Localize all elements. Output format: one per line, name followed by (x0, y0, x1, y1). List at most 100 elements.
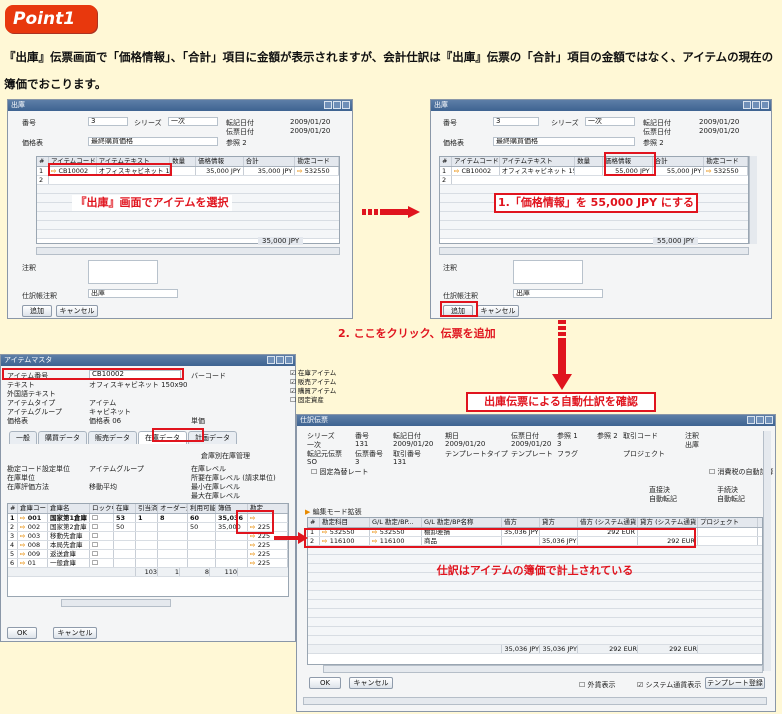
cell[interactable]: 50 (114, 523, 136, 531)
cell[interactable] (114, 559, 136, 567)
cell[interactable] (136, 550, 158, 558)
check-inventory-item[interactable]: ☑ 在庫アイテム (290, 369, 336, 378)
cell[interactable]: 4 (8, 541, 18, 549)
number-field[interactable]: 3 (88, 117, 128, 126)
doc-date-value[interactable]: 2009/01/20 (290, 127, 330, 135)
cell[interactable]: オフィスキャビネット 150x90 (500, 167, 576, 175)
header-value[interactable]: 131 (393, 458, 406, 466)
journal-remarks-field[interactable]: 出庫 (88, 289, 178, 298)
valuation-value[interactable]: 移動平均 (89, 482, 117, 492)
vertical-scrollbar[interactable] (749, 156, 757, 244)
pricelist-select[interactable]: 最終購買価格 (88, 137, 218, 146)
cell[interactable]: 2 (8, 523, 18, 531)
table-row[interactable]: 5 ⇨ 009 返送倉庫 ☐ ⇨ 225 (8, 550, 288, 559)
maximize-icon[interactable] (333, 101, 341, 109)
cell[interactable] (188, 550, 216, 558)
header-value[interactable]: 2009/01/20 (511, 440, 551, 448)
link-arrow-icon[interactable]: ⇨ (20, 532, 28, 540)
number-field[interactable]: 3 (493, 117, 539, 126)
header-value[interactable]: SO (307, 458, 317, 466)
cell[interactable]: ☐ (90, 541, 114, 549)
cell[interactable]: ⇨ 001 (18, 514, 48, 522)
cell[interactable] (114, 550, 136, 558)
cell[interactable]: ⇨ 225 (248, 559, 288, 567)
cell[interactable]: ☐ (90, 550, 114, 558)
pricelist-value[interactable]: 価格表 06 (89, 416, 121, 426)
cell[interactable] (136, 559, 158, 567)
cell[interactable]: ⇨ 225 (248, 550, 288, 558)
cell[interactable] (158, 559, 188, 567)
cell[interactable]: 35,000 JPY (244, 167, 296, 175)
cell[interactable] (188, 541, 216, 549)
cell[interactable]: ☐ (90, 559, 114, 567)
horizontal-scrollbar[interactable] (323, 665, 763, 673)
cell[interactable] (114, 532, 136, 540)
cell[interactable]: 8 (158, 514, 188, 522)
table-row[interactable]: 2 (440, 176, 748, 185)
add-button[interactable]: 追加 (22, 305, 52, 317)
cell[interactable] (216, 550, 248, 558)
minimize-icon[interactable] (743, 101, 751, 109)
cell[interactable] (698, 537, 758, 545)
cell[interactable]: ⇨ 532550 (704, 167, 749, 175)
cell[interactable]: 国家第2倉庫 (48, 523, 90, 531)
cell[interactable] (136, 523, 158, 531)
cell[interactable]: 6 (8, 559, 18, 567)
check-fixed-asset[interactable]: ☐ 固定資産 (290, 396, 336, 405)
table-row[interactable]: 6 ⇨ 01 一般倉庫 ☐ ⇨ 225 (8, 559, 288, 568)
minimize-icon[interactable] (747, 416, 755, 424)
link-arrow-icon[interactable]: ⇨ (20, 523, 28, 531)
cancel-button[interactable]: キャンセル (53, 627, 97, 639)
posting-date-value[interactable]: 2009/01/20 (290, 118, 330, 126)
doc-date-value[interactable]: 2009/01/20 (699, 127, 739, 135)
link-arrow-icon[interactable]: ⇨ (20, 514, 28, 522)
header-value[interactable]: 3 (557, 440, 561, 448)
fc-display-check[interactable]: ☐ 外貨表示 (579, 680, 616, 690)
template-button[interactable]: テンプレート登録 (705, 677, 765, 689)
remarks-field[interactable] (513, 260, 583, 284)
cell[interactable]: ⇨ 003 (18, 532, 48, 540)
cell[interactable] (158, 532, 188, 540)
vertical-scrollbar[interactable] (763, 431, 771, 671)
indicator-value[interactable]: 自動転記 (717, 494, 745, 504)
cell[interactable] (188, 559, 216, 567)
table-row[interactable]: 2 (37, 176, 339, 185)
text-value[interactable]: オフィスキャビネット 150x90 (89, 380, 188, 390)
journal-remarks-field[interactable]: 出庫 (513, 289, 603, 298)
link-arrow-icon[interactable]: ⇨ (20, 550, 28, 558)
posting-date-value[interactable]: 2009/01/20 (699, 118, 739, 126)
cell[interactable] (698, 528, 758, 536)
cell[interactable]: ⇨ 532550 (295, 167, 339, 175)
cell[interactable]: ⇨ CB10002 (452, 167, 500, 175)
cell[interactable]: ⇨ 008 (18, 541, 48, 549)
cell[interactable]: 国家第1倉庫 (48, 514, 90, 522)
maximize-icon[interactable] (276, 356, 284, 364)
gl-setting-value[interactable]: アイテムグループ (89, 464, 144, 474)
cell[interactable]: ⇨ 009 (18, 550, 48, 558)
header-value[interactable]: 2009/01/20 (393, 440, 433, 448)
cell[interactable] (188, 532, 216, 540)
close-icon[interactable] (342, 101, 350, 109)
cell[interactable] (216, 541, 248, 549)
tab-general[interactable]: 一般 (9, 431, 37, 444)
header-value[interactable]: 3 (355, 458, 359, 466)
cancel-button[interactable]: キャンセル (349, 677, 393, 689)
bottom-scrollbar[interactable] (303, 697, 767, 705)
cell[interactable]: ☐ (90, 523, 114, 531)
cell[interactable]: 本局先倉庫 (48, 541, 90, 549)
cell[interactable]: 35,000 JPY (196, 167, 244, 175)
link-arrow-icon[interactable]: ⇨ (20, 559, 28, 567)
indicator-value[interactable]: 自動転記 (649, 494, 677, 504)
tab-purchasing[interactable]: 購買データ (38, 431, 87, 444)
table-row[interactable]: 1 ⇨ CB10002 オフィスキャビネット 150x90 55,000 JPY… (440, 167, 749, 176)
series-select[interactable]: 一次 (585, 117, 635, 126)
link-arrow-icon[interactable]: ⇨ (250, 559, 258, 567)
maximize-icon[interactable] (752, 101, 760, 109)
minimize-icon[interactable] (267, 356, 275, 364)
ok-button[interactable]: OK (7, 627, 37, 639)
cell[interactable] (158, 550, 188, 558)
cell[interactable] (158, 541, 188, 549)
cancel-button[interactable]: キャンセル (56, 305, 98, 317)
cell[interactable]: 移動先倉庫 (48, 532, 90, 540)
cell[interactable]: ⇨ 01 (18, 559, 48, 567)
